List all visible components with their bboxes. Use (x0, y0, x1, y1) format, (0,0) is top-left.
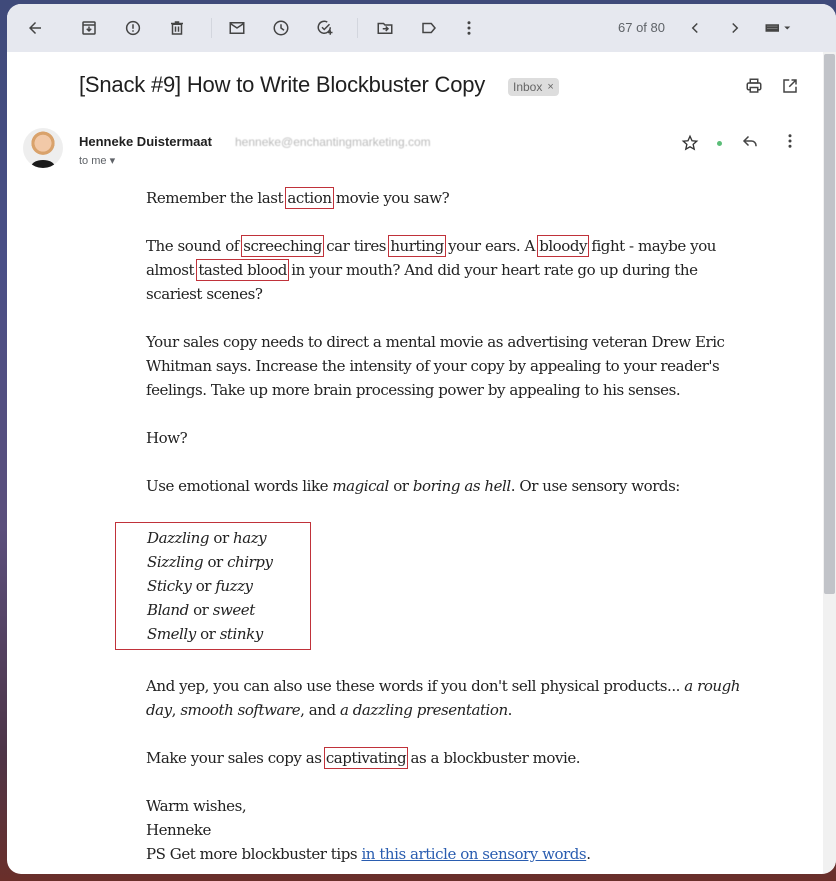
highlighted-word: hurting (388, 235, 446, 257)
list-item: Sizzling or chirpy (147, 553, 273, 571)
inbox-label-chip[interactable]: Inbox × (508, 78, 559, 96)
list-item: Bland or sweet (147, 601, 255, 619)
postscript: PS Get more blockbuster tips in this art… (146, 845, 591, 863)
sender-name[interactable]: Henneke Duistermaat (79, 134, 212, 149)
message-more-icon[interactable] (779, 130, 801, 152)
add-task-icon[interactable] (313, 16, 337, 40)
highlighted-word: screeching (241, 235, 324, 257)
paragraph: Your sales copy needs to direct a mental… (146, 333, 725, 399)
remove-label-icon[interactable]: × (547, 81, 553, 93)
email-subject: [Snack #9] How to Write Blockbuster Copy (79, 72, 486, 97)
scrollbar-thumb[interactable] (824, 54, 835, 594)
signature-block: Warm wishes, Henneke PS Get more blockbu… (146, 794, 756, 866)
sensory-words-list: Dazzling or hazy Sizzling or chirpy Stic… (115, 522, 311, 650)
message-counter: 67 of 80 (618, 20, 665, 35)
list-item: Smelly or stinky (147, 625, 263, 643)
recipient-details-toggle[interactable]: to me ▾ (79, 154, 115, 167)
archive-icon[interactable] (77, 16, 101, 40)
sensory-words-article-link[interactable]: in this article on sensory words (361, 845, 586, 863)
toolbar-divider (357, 18, 358, 38)
older-chevron-right-icon[interactable] (723, 16, 747, 40)
toolbar-divider (211, 18, 212, 38)
sender-email: henneke@enchantingmarketing.com (235, 135, 431, 149)
highlighted-word: captivating (323, 747, 409, 769)
list-item: Sticky or fuzzy (147, 577, 253, 595)
toolbar: 67 of 80 (7, 4, 836, 52)
paragraph: How? (146, 429, 188, 447)
sender-avatar[interactable] (23, 128, 63, 168)
open-in-new-window-icon[interactable] (779, 75, 801, 97)
paragraph: Make your sales copy as captivating as a… (146, 747, 581, 769)
paragraph: The sound of screeching car tires hurtin… (146, 235, 716, 303)
email-window: 67 of 80 [Snack #9] How to Write Blockbu… (7, 4, 836, 874)
report-spam-icon[interactable] (121, 16, 145, 40)
move-to-icon[interactable] (373, 16, 397, 40)
star-icon[interactable] (679, 132, 701, 154)
highlighted-word: action (285, 187, 334, 209)
keyboard-input-tools-icon[interactable] (759, 16, 799, 40)
newer-chevron-left-icon[interactable] (683, 16, 707, 40)
delete-icon[interactable] (165, 16, 189, 40)
paragraph: Remember the last action movie you saw? (146, 187, 450, 209)
label-icon[interactable] (417, 16, 441, 40)
email-body: Remember the last action movie you saw? … (115, 186, 756, 866)
signoff: Warm wishes, (146, 797, 247, 815)
paragraph: Use emotional words like magical or bori… (146, 477, 680, 495)
snooze-icon[interactable] (269, 16, 293, 40)
status-indicator (717, 141, 722, 146)
highlighted-word: tasted blood (196, 259, 289, 281)
paragraph: And yep, you can also use these words if… (146, 677, 740, 719)
mark-unread-icon[interactable] (225, 16, 249, 40)
inbox-label-text: Inbox (513, 80, 543, 94)
signature: Henneke (146, 821, 211, 839)
list-item: Dazzling or hazy (147, 529, 267, 547)
print-icon[interactable] (743, 75, 765, 97)
more-vert-icon[interactable] (457, 16, 481, 40)
highlighted-word: bloody (537, 235, 590, 257)
back-arrow-icon[interactable] (23, 16, 47, 40)
reply-icon[interactable] (739, 130, 761, 152)
